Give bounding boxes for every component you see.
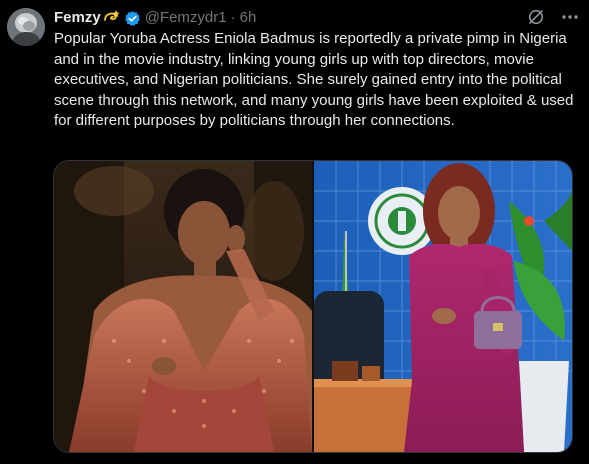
header-actions — [527, 8, 579, 26]
photo-actress-gown[interactable] — [54, 161, 312, 452]
timestamp[interactable]: 6h — [240, 8, 257, 28]
display-name[interactable]: Femzy — [54, 8, 101, 28]
photo-actress-office[interactable] — [314, 161, 572, 452]
avatar[interactable] — [7, 8, 45, 46]
media-grid — [53, 160, 573, 453]
verified-badge-icon[interactable] — [124, 10, 141, 27]
user-handle[interactable]: @Femzydr1 — [145, 8, 227, 28]
separator-dot: · — [230, 9, 236, 26]
more-options-icon[interactable] — [561, 8, 579, 26]
dizzy-star-emoji-icon — [103, 9, 121, 27]
grok-icon[interactable] — [527, 8, 545, 26]
tweet-text: Popular Yoruba Actress Eniola Badmus is … — [54, 30, 574, 129]
tweet-header: Femzy @Femzydr1 · 6h — [54, 8, 581, 28]
